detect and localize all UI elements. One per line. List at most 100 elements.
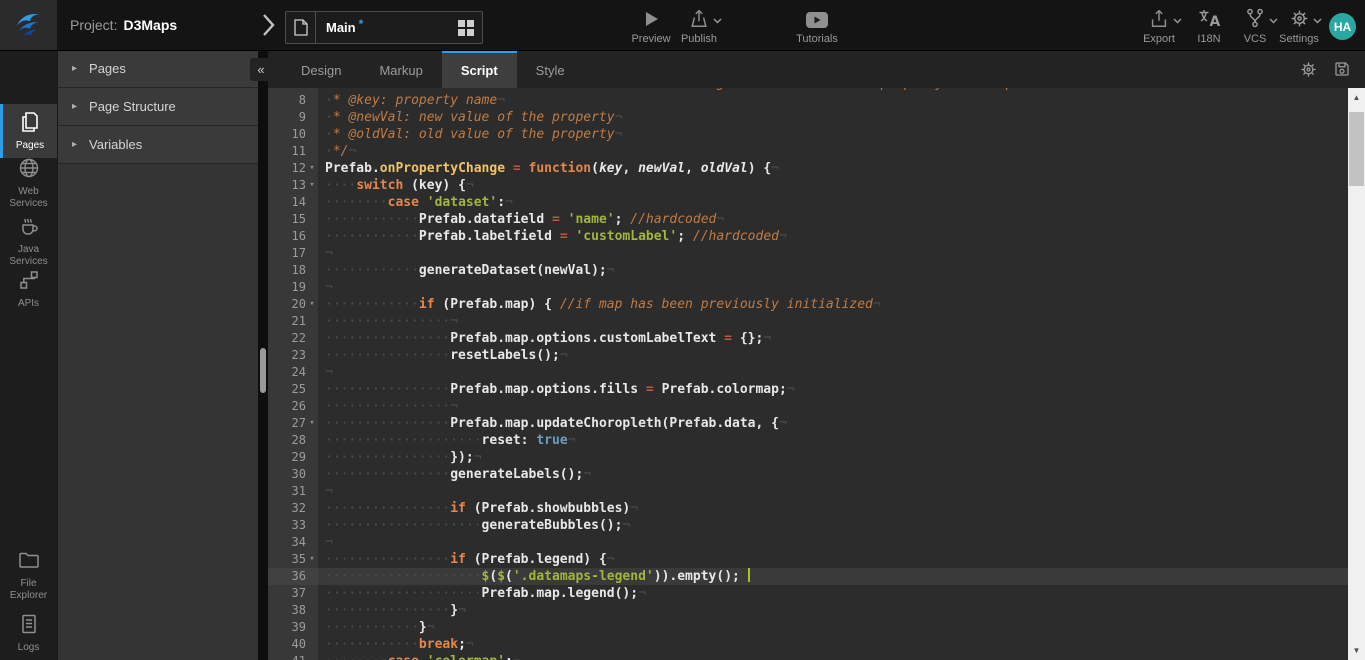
code-line[interactable]: 39············}¬ bbox=[268, 619, 1348, 636]
panel-section-pages[interactable]: ▸Pages bbox=[58, 50, 259, 88]
gear-icon bbox=[1289, 7, 1310, 29]
wave-logo-icon bbox=[12, 6, 46, 45]
fold-arrow-icon[interactable]: ▾ bbox=[306, 296, 318, 313]
code-line[interactable]: 36····················$($('.datamaps-leg… bbox=[268, 568, 1348, 585]
code-line[interactable]: 11·*/¬ bbox=[268, 143, 1348, 160]
gutter-line-number: 16 bbox=[268, 228, 318, 245]
code-line[interactable]: 30················generateLabels();¬ bbox=[268, 466, 1348, 483]
panel-section-page-structure[interactable]: ▸Page Structure bbox=[58, 88, 259, 126]
editor-scrollbar-track[interactable]: ▲ ▼ bbox=[1348, 88, 1365, 660]
gutter-line-number: 24 bbox=[268, 364, 318, 381]
gutter-line-number: 26 bbox=[268, 398, 318, 415]
rail-item-web-services[interactable]: Web Services bbox=[0, 156, 57, 210]
code-line[interactable]: 40············break;¬ bbox=[268, 636, 1348, 653]
code-line[interactable]: 15············Prefab.datafield = 'name';… bbox=[268, 211, 1348, 228]
panel-collapse-button[interactable]: « bbox=[250, 58, 272, 81]
code-line[interactable]: 38················}¬ bbox=[268, 602, 1348, 619]
rail-item-pages[interactable]: Pages bbox=[0, 104, 57, 158]
code-line[interactable]: 8·* @key: property name¬ bbox=[268, 92, 1348, 109]
rail-item-logs[interactable]: Logs bbox=[0, 612, 57, 654]
panel-scrollbar-track[interactable] bbox=[258, 50, 268, 660]
code-line[interactable]: 29················});¬ bbox=[268, 449, 1348, 466]
api-nodes-icon bbox=[17, 268, 41, 296]
code-line[interactable]: 10·* @oldVal: old value of the property¬ bbox=[268, 126, 1348, 143]
tab-script[interactable]: Script bbox=[442, 50, 517, 88]
code-line-text: Prefab.onPropertyChange = function(key, … bbox=[318, 160, 1348, 177]
gutter-line-number: 37 bbox=[268, 585, 318, 602]
top-bar: Project: D3Maps Main * PreviewPublishTut… bbox=[0, 0, 1365, 51]
fold-arrow-icon[interactable]: ▾ bbox=[306, 551, 318, 568]
code-line[interactable]: 34¬ bbox=[268, 534, 1348, 551]
app-logo[interactable] bbox=[0, 0, 57, 50]
code-line[interactable]: 25················Prefab.map.options.fil… bbox=[268, 381, 1348, 398]
code-line[interactable]: 28····················reset: true¬ bbox=[268, 432, 1348, 449]
panel-section-variables[interactable]: ▸Variables bbox=[58, 126, 259, 164]
pages-panel: ▸Pages▸Page Structure▸Variables bbox=[57, 50, 259, 660]
code-line[interactable]: 16············Prefab.labelfield = 'custo… bbox=[268, 228, 1348, 245]
code-line[interactable]: 27▾················Prefab.map.updateChor… bbox=[268, 415, 1348, 432]
gutter-line-number: 9 bbox=[268, 109, 318, 126]
gutter-line-number: 18 bbox=[268, 262, 318, 279]
gutter-line-number: 30 bbox=[268, 466, 318, 483]
panel-scrollbar-thumb[interactable] bbox=[260, 348, 266, 393]
code-line[interactable]: 19¬ bbox=[268, 279, 1348, 296]
code-line[interactable]: 18············generateDataset(newVal);¬ bbox=[268, 262, 1348, 279]
code-line-text: ····switch (key) {¬ bbox=[318, 177, 1348, 194]
rail-item-label: Logs bbox=[2, 642, 56, 654]
code-line[interactable]: 23················resetLabels();¬ bbox=[268, 347, 1348, 364]
code-line-text: ·* @key: property name¬ bbox=[318, 92, 1348, 109]
unsaved-changes-marker: * bbox=[359, 17, 364, 31]
publish-button[interactable]: Publish bbox=[670, 7, 728, 45]
gutter-line-number: 25 bbox=[268, 381, 318, 398]
fold-arrow-icon[interactable]: ▾ bbox=[306, 415, 318, 432]
page-settings-gear-icon[interactable] bbox=[1299, 60, 1318, 79]
fold-arrow-icon[interactable]: ▾ bbox=[306, 177, 318, 194]
code-line[interactable]: 26················¬ bbox=[268, 398, 1348, 415]
youtube-icon bbox=[805, 7, 829, 29]
rail-item-file-explorer[interactable]: File Explorer bbox=[0, 548, 57, 602]
rail-item-java-services[interactable]: Java Services bbox=[0, 214, 57, 268]
wavemaker-studio-window: Project: D3Maps Main * PreviewPublishTut… bbox=[0, 0, 1365, 660]
tutorials-button[interactable]: Tutorials bbox=[788, 7, 846, 45]
gutter-line-number: 17 bbox=[268, 245, 318, 262]
tab-design[interactable]: Design bbox=[282, 50, 360, 88]
rail-item-label: File Explorer bbox=[2, 578, 56, 602]
code-line[interactable]: 33····················generateBubbles();… bbox=[268, 517, 1348, 534]
code-line[interactable]: 24¬ bbox=[268, 364, 1348, 381]
breadcrumb[interactable]: Project: D3Maps bbox=[70, 0, 177, 50]
user-avatar[interactable]: HA bbox=[1329, 13, 1356, 40]
layout-grid-icon[interactable] bbox=[450, 12, 482, 43]
code-line-text: ················if (Prefab.legend) {¬ bbox=[318, 551, 1348, 568]
save-icon[interactable] bbox=[1333, 60, 1351, 78]
code-line[interactable]: 12▾Prefab.onPropertyChange = function(ke… bbox=[268, 160, 1348, 177]
code-line[interactable]: 9·* @newVal: new value of the property¬ bbox=[268, 109, 1348, 126]
page-tab-label: Main * bbox=[316, 12, 450, 43]
scrollbar-down-arrow[interactable]: ▼ bbox=[1348, 643, 1365, 658]
editor-scrollbar-thumb[interactable] bbox=[1349, 112, 1364, 186]
gutter-line-number: 39 bbox=[268, 619, 318, 636]
code-line[interactable]: 37····················Prefab.map.legend(… bbox=[268, 585, 1348, 602]
gutter-line-number: 27▾ bbox=[268, 415, 318, 432]
code-line-text: ················Prefab.map.options.fills… bbox=[318, 381, 1348, 398]
script-editor[interactable]: 7·* this method will be called when ther… bbox=[268, 88, 1348, 660]
play-icon bbox=[641, 7, 661, 29]
code-line[interactable]: 41········case 'colormap':¬ bbox=[268, 653, 1348, 660]
code-line-text: ·* @newVal: new value of the property¬ bbox=[318, 109, 1348, 126]
code-line[interactable]: 21················¬ bbox=[268, 313, 1348, 330]
open-page-tab[interactable]: Main * bbox=[285, 11, 483, 44]
code-line[interactable]: 14········case 'dataset':¬ bbox=[268, 194, 1348, 211]
code-line[interactable]: 32················if (Prefab.showbubbles… bbox=[268, 500, 1348, 517]
code-line[interactable]: 31¬ bbox=[268, 483, 1348, 500]
tab-markup[interactable]: Markup bbox=[360, 50, 441, 88]
code-line[interactable]: 13▾····switch (key) {¬ bbox=[268, 177, 1348, 194]
code-line[interactable]: 22················Prefab.map.options.cus… bbox=[268, 330, 1348, 347]
code-line[interactable]: 17¬ bbox=[268, 245, 1348, 262]
rail-item-apis[interactable]: APIs bbox=[0, 268, 57, 310]
scrollbar-up-arrow[interactable]: ▲ bbox=[1348, 90, 1365, 105]
settings-button[interactable]: Settings bbox=[1270, 7, 1328, 45]
rail-item-label: Java Services bbox=[2, 244, 56, 268]
tab-style[interactable]: Style bbox=[517, 50, 584, 88]
code-line[interactable]: 35▾················if (Prefab.legend) {¬ bbox=[268, 551, 1348, 568]
code-line[interactable]: 20▾············if (Prefab.map) { //if ma… bbox=[268, 296, 1348, 313]
fold-arrow-icon[interactable]: ▾ bbox=[306, 160, 318, 177]
